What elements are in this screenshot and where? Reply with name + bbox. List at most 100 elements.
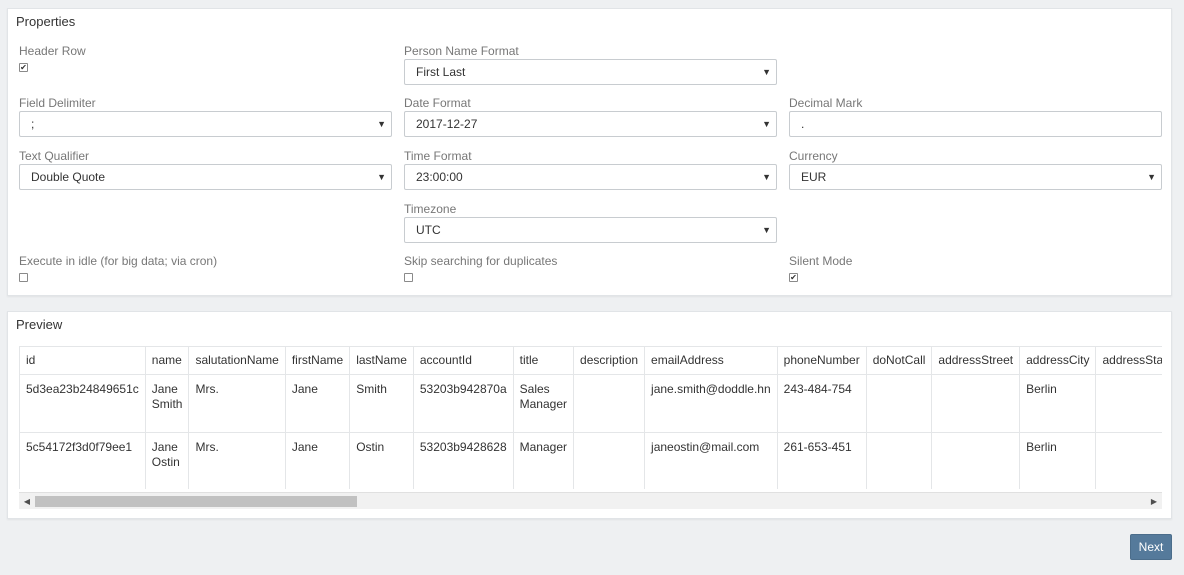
table-row: 5d3ea23b24849651c Jane Smith Mrs. Jane S… [19, 374, 1162, 433]
scroll-right-icon[interactable]: ▶ [1146, 493, 1162, 510]
column-header: description [573, 346, 646, 375]
table-cell [931, 432, 1021, 489]
next-button[interactable]: Next [1130, 534, 1172, 560]
table-cell: 53203b9428628 [412, 432, 514, 489]
column-header: accountId [412, 346, 514, 375]
column-header: addressCity [1019, 346, 1097, 375]
silent-mode-field: Silent Mode [789, 254, 852, 268]
column-header: addressSta [1095, 346, 1162, 375]
time-format-field: Time Format [404, 149, 472, 163]
currency-value: EUR [801, 170, 827, 184]
horizontal-scrollbar[interactable]: ◀ ▶ [19, 492, 1162, 509]
table-cell [865, 432, 933, 489]
execute-idle-field: Execute in idle (for big data; via cron) [19, 254, 217, 268]
preview-panel: Preview id name salutationName firstName… [7, 311, 1172, 519]
table-header-row: id name salutationName firstName lastNam… [19, 346, 1162, 375]
column-header: name [144, 346, 190, 375]
field-delimiter-field: Field Delimiter [19, 96, 96, 110]
text-qualifier-value: Double Quote [31, 170, 106, 184]
preview-title: Preview [16, 317, 63, 332]
table-row: 5c54172f3d0f79ee1 Jane Ostin Mrs. Jane O… [19, 432, 1162, 489]
person-name-format-select[interactable]: First Last ▼ [404, 59, 777, 85]
table-cell: Smith [349, 374, 414, 433]
table-cell: Jane [284, 432, 351, 489]
header-row-label: Header Row [19, 44, 86, 58]
chevron-down-icon: ▼ [1147, 172, 1156, 182]
header-row-field: Header Row [19, 44, 86, 58]
silent-mode-checkbox[interactable]: ✔ [789, 273, 798, 282]
table-cell: 243-484-754 [776, 374, 867, 433]
column-header: phoneNumber [776, 346, 867, 375]
column-header: lastName [349, 346, 414, 375]
decimal-mark-value: . [801, 117, 805, 131]
time-format-value: 23:00:00 [416, 170, 463, 184]
chevron-down-icon: ▼ [377, 172, 386, 182]
silent-mode-label: Silent Mode [789, 254, 853, 268]
table-cell: Ostin [349, 432, 414, 489]
field-delimiter-value: ; [31, 117, 35, 131]
table-cell: Berlin [1019, 432, 1097, 489]
chevron-down-icon: ▼ [762, 119, 771, 129]
timezone-select[interactable]: UTC ▼ [404, 217, 777, 243]
table-cell: 53203b942870a [412, 374, 514, 433]
column-header: addressStreet [931, 346, 1021, 375]
table-cell [1095, 432, 1162, 489]
table-cell: janeostin@mail.com [644, 432, 778, 489]
table-cell: 5d3ea23b24849651c [19, 374, 146, 433]
date-format-label: Date Format [404, 96, 471, 110]
person-name-format-label: Person Name Format [404, 44, 519, 58]
time-format-label: Time Format [404, 149, 472, 163]
execute-idle-label: Execute in idle (for big data; via cron) [19, 254, 218, 268]
skip-duplicates-field: Skip searching for duplicates [404, 254, 557, 268]
date-format-field: Date Format [404, 96, 471, 110]
date-format-select[interactable]: 2017-12-27 ▼ [404, 111, 777, 137]
skip-duplicates-label: Skip searching for duplicates [404, 254, 558, 268]
currency-field: Currency [789, 149, 838, 163]
chevron-down-icon: ▼ [762, 172, 771, 182]
decimal-mark-input[interactable]: . [789, 111, 1162, 137]
text-qualifier-label: Text Qualifier [19, 149, 90, 163]
table-cell [865, 374, 933, 433]
check-icon: ✔ [790, 273, 797, 282]
field-delimiter-label: Field Delimiter [19, 96, 96, 110]
date-format-value: 2017-12-27 [416, 117, 478, 131]
properties-panel: Properties Header Row ✔ Person Name Form… [7, 8, 1172, 296]
time-format-select[interactable]: 23:00:00 ▼ [404, 164, 777, 190]
chevron-down-icon: ▼ [762, 67, 771, 77]
chevron-down-icon: ▼ [377, 119, 386, 129]
scroll-left-icon[interactable]: ◀ [19, 493, 35, 510]
currency-select[interactable]: EUR ▼ [789, 164, 1162, 190]
column-header: emailAddress [644, 346, 778, 375]
timezone-field: Timezone [404, 202, 456, 216]
header-row-checkbox[interactable]: ✔ [19, 63, 28, 72]
chevron-down-icon: ▼ [762, 225, 771, 235]
table-cell: Mrs. [188, 432, 286, 489]
currency-label: Currency [789, 149, 838, 163]
skip-duplicates-checkbox[interactable] [404, 273, 413, 282]
check-icon: ✔ [20, 63, 27, 72]
column-header: doNotCall [865, 346, 933, 375]
table-cell: Jane Ostin [144, 432, 190, 489]
table-cell: 5c54172f3d0f79ee1 [19, 432, 146, 489]
text-qualifier-select[interactable]: Double Quote ▼ [19, 164, 392, 190]
scrollbar-thumb[interactable] [35, 496, 357, 507]
table-cell [931, 374, 1021, 433]
column-header: title [512, 346, 575, 375]
properties-title: Properties [16, 14, 76, 29]
preview-table-wrap: id name salutationName firstName lastNam… [19, 346, 1162, 489]
person-name-format-value: First Last [416, 65, 466, 79]
table-cell: jane.smith@doddle.hn [644, 374, 778, 433]
timezone-label: Timezone [404, 202, 457, 216]
field-delimiter-select[interactable]: ; ▼ [19, 111, 392, 137]
preview-table: id name salutationName firstName lastNam… [19, 346, 1162, 489]
table-cell: Sales Manager [512, 374, 575, 433]
table-cell: Mrs. [188, 374, 286, 433]
table-cell: Jane Smith [144, 374, 190, 433]
timezone-value: UTC [416, 223, 441, 237]
execute-idle-checkbox[interactable] [19, 273, 28, 282]
table-cell: Berlin [1019, 374, 1097, 433]
text-qualifier-field: Text Qualifier [19, 149, 89, 163]
decimal-mark-field: Decimal Mark [789, 96, 862, 110]
decimal-mark-label: Decimal Mark [789, 96, 863, 110]
column-header: salutationName [188, 346, 286, 375]
